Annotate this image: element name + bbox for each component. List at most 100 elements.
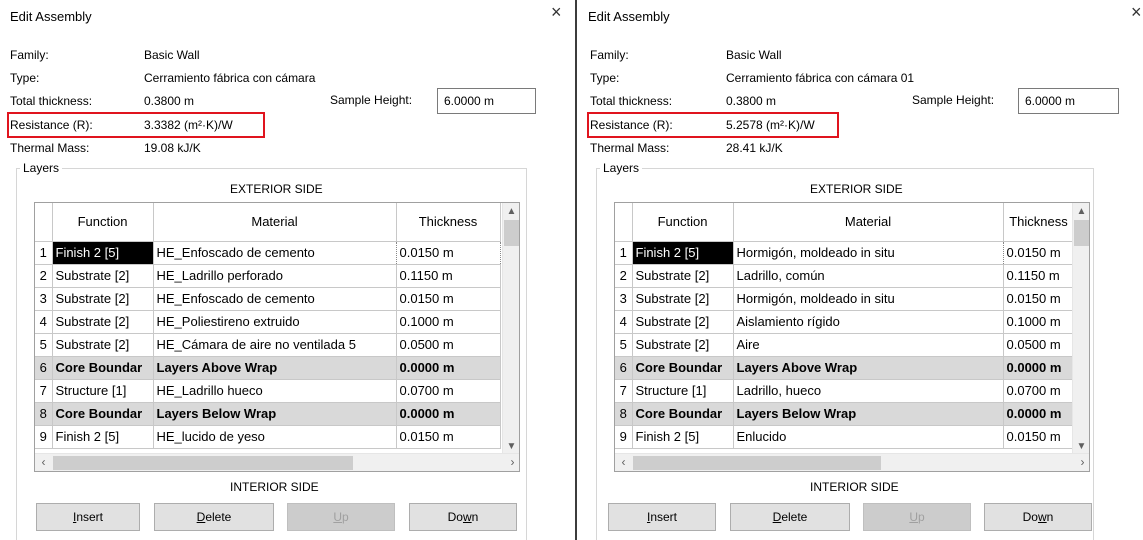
thickness-cell[interactable]: 0.0150 m <box>395 424 501 449</box>
vertical-scrollbar[interactable]: ▲ ▼ <box>502 203 519 455</box>
sample-height-input[interactable] <box>437 88 536 114</box>
thickness-cell[interactable]: 0.0000 m <box>1002 401 1075 426</box>
table-row[interactable]: 2 Substrate [2] HE_Ladrillo perforado 0.… <box>35 263 501 288</box>
thickness-cell[interactable]: 0.0500 m <box>395 332 501 357</box>
material-cell[interactable]: Enlucido <box>732 424 1004 449</box>
scroll-left-icon[interactable]: ‹ <box>615 454 632 471</box>
table-row[interactable]: 3 Substrate [2] HE_Enfoscado de cemento … <box>35 286 501 311</box>
table-row[interactable]: 7 Structure [1] Ladrillo, hueco 0.0700 m <box>615 378 1075 403</box>
table-row[interactable]: 6 Core Boundar Layers Above Wrap 0.0000 … <box>615 355 1075 380</box>
material-cell[interactable]: Layers Below Wrap <box>152 401 397 426</box>
table-row[interactable]: 9 Finish 2 [5] HE_lucido de yeso 0.0150 … <box>35 424 501 449</box>
table-row[interactable]: 7 Structure [1] HE_Ladrillo hueco 0.0700… <box>35 378 501 403</box>
material-cell[interactable]: Layers Above Wrap <box>732 355 1004 380</box>
thickness-cell[interactable]: 0.0000 m <box>1002 355 1075 380</box>
function-cell[interactable]: Finish 2 [5] <box>51 240 154 265</box>
function-cell[interactable]: Core Boundar <box>51 355 154 380</box>
material-cell[interactable]: Aislamiento rígido <box>732 309 1004 334</box>
function-cell[interactable]: Substrate [2] <box>631 286 734 311</box>
function-cell[interactable]: Finish 2 [5] <box>631 240 734 265</box>
thickness-cell[interactable]: 0.0000 m <box>395 355 501 380</box>
horizontal-scrollbar[interactable]: ‹ › <box>615 453 1089 471</box>
table-row[interactable]: 6 Core Boundar Layers Above Wrap 0.0000 … <box>35 355 501 380</box>
up-button[interactable]: Up <box>287 503 395 531</box>
material-cell[interactable]: Layers Above Wrap <box>152 355 397 380</box>
material-cell[interactable]: Ladrillo, hueco <box>732 378 1004 403</box>
close-icon[interactable]: × <box>551 3 562 21</box>
material-cell[interactable]: HE_lucido de yeso <box>152 424 397 449</box>
sample-height-input[interactable] <box>1018 88 1119 114</box>
scroll-left-icon[interactable]: ‹ <box>35 454 52 471</box>
material-cell[interactable]: HE_Poliestireno extruido <box>152 309 397 334</box>
up-button[interactable]: Up <box>863 503 971 531</box>
table-row[interactable]: 9 Finish 2 [5] Enlucido 0.0150 m <box>615 424 1075 449</box>
thickness-header[interactable]: Thickness <box>1002 203 1075 242</box>
material-cell[interactable]: Aire <box>732 332 1004 357</box>
thickness-cell[interactable]: 0.0700 m <box>1002 378 1075 403</box>
thickness-cell[interactable]: 0.0150 m <box>1002 240 1075 265</box>
thickness-cell[interactable]: 0.1000 m <box>395 309 501 334</box>
function-cell[interactable]: Substrate [2] <box>631 263 734 288</box>
horizontal-scroll-thumb[interactable] <box>53 456 353 470</box>
vertical-scroll-thumb[interactable] <box>1074 220 1089 246</box>
function-cell[interactable]: Core Boundar <box>631 355 734 380</box>
insert-button[interactable]: Insert <box>608 503 716 531</box>
function-cell[interactable]: Structure [1] <box>51 378 154 403</box>
table-row[interactable]: 1 Finish 2 [5] Hormigón, moldeado in sit… <box>615 240 1075 265</box>
material-cell[interactable]: Ladrillo, común <box>732 263 1004 288</box>
material-cell[interactable]: HE_Enfoscado de cemento <box>152 240 397 265</box>
table-row[interactable]: 8 Core Boundar Layers Below Wrap 0.0000 … <box>615 401 1075 426</box>
material-cell[interactable]: HE_Ladrillo perforado <box>152 263 397 288</box>
thickness-cell[interactable]: 0.0150 m <box>395 240 501 265</box>
thickness-cell[interactable]: 0.1150 m <box>395 263 501 288</box>
table-row[interactable]: 4 Substrate [2] HE_Poliestireno extruido… <box>35 309 501 334</box>
table-row[interactable]: 3 Substrate [2] Hormigón, moldeado in si… <box>615 286 1075 311</box>
function-cell[interactable]: Substrate [2] <box>51 286 154 311</box>
function-cell[interactable]: Substrate [2] <box>631 309 734 334</box>
close-icon[interactable]: × <box>1131 3 1142 21</box>
function-cell[interactable]: Substrate [2] <box>631 332 734 357</box>
scroll-up-icon[interactable]: ▲ <box>503 203 519 220</box>
thickness-cell[interactable]: 0.1150 m <box>1002 263 1075 288</box>
function-cell[interactable]: Finish 2 [5] <box>631 424 734 449</box>
horizontal-scrollbar[interactable]: ‹ › <box>35 453 519 471</box>
function-cell[interactable]: Substrate [2] <box>51 263 154 288</box>
thickness-cell[interactable]: 0.0700 m <box>395 378 501 403</box>
function-cell[interactable]: Substrate [2] <box>51 309 154 334</box>
function-cell[interactable]: Core Boundar <box>631 401 734 426</box>
thickness-cell[interactable]: 0.0150 m <box>1002 286 1075 311</box>
scroll-up-icon[interactable]: ▲ <box>1073 203 1089 220</box>
thickness-cell[interactable]: 0.0150 m <box>395 286 501 311</box>
down-button[interactable]: Down <box>409 503 517 531</box>
table-row[interactable]: 2 Substrate [2] Ladrillo, común 0.1150 m <box>615 263 1075 288</box>
material-cell[interactable]: Layers Below Wrap <box>732 401 1004 426</box>
thickness-cell[interactable]: 0.0150 m <box>1002 424 1075 449</box>
material-header[interactable]: Material <box>732 203 1004 242</box>
material-cell[interactable]: HE_Cámara de aire no ventilada 5 <box>152 332 397 357</box>
scroll-right-icon[interactable]: › <box>504 454 519 471</box>
material-cell[interactable]: HE_Ladrillo hueco <box>152 378 397 403</box>
delete-button[interactable]: Delete <box>730 503 850 531</box>
function-cell[interactable]: Structure [1] <box>631 378 734 403</box>
delete-button[interactable]: Delete <box>154 503 274 531</box>
down-button[interactable]: Down <box>984 503 1092 531</box>
table-row[interactable]: 8 Core Boundar Layers Below Wrap 0.0000 … <box>35 401 501 426</box>
insert-button[interactable]: Insert <box>36 503 140 531</box>
table-row[interactable]: 5 Substrate [2] Aire 0.0500 m <box>615 332 1075 357</box>
vertical-scroll-thumb[interactable] <box>504 220 519 246</box>
thickness-header[interactable]: Thickness <box>395 203 501 242</box>
material-cell[interactable]: Hormigón, moldeado in situ <box>732 286 1004 311</box>
thickness-cell[interactable]: 0.1000 m <box>1002 309 1075 334</box>
horizontal-scroll-thumb[interactable] <box>633 456 881 470</box>
function-header[interactable]: Function <box>51 203 154 242</box>
thickness-cell[interactable]: 0.0000 m <box>395 401 501 426</box>
thickness-cell[interactable]: 0.0500 m <box>1002 332 1075 357</box>
function-cell[interactable]: Core Boundar <box>51 401 154 426</box>
table-row[interactable]: 5 Substrate [2] HE_Cámara de aire no ven… <box>35 332 501 357</box>
function-cell[interactable]: Finish 2 [5] <box>51 424 154 449</box>
table-row[interactable]: 1 Finish 2 [5] HE_Enfoscado de cemento 0… <box>35 240 501 265</box>
material-header[interactable]: Material <box>152 203 397 242</box>
material-cell[interactable]: HE_Enfoscado de cemento <box>152 286 397 311</box>
table-row[interactable]: 4 Substrate [2] Aislamiento rígido 0.100… <box>615 309 1075 334</box>
function-header[interactable]: Function <box>631 203 734 242</box>
